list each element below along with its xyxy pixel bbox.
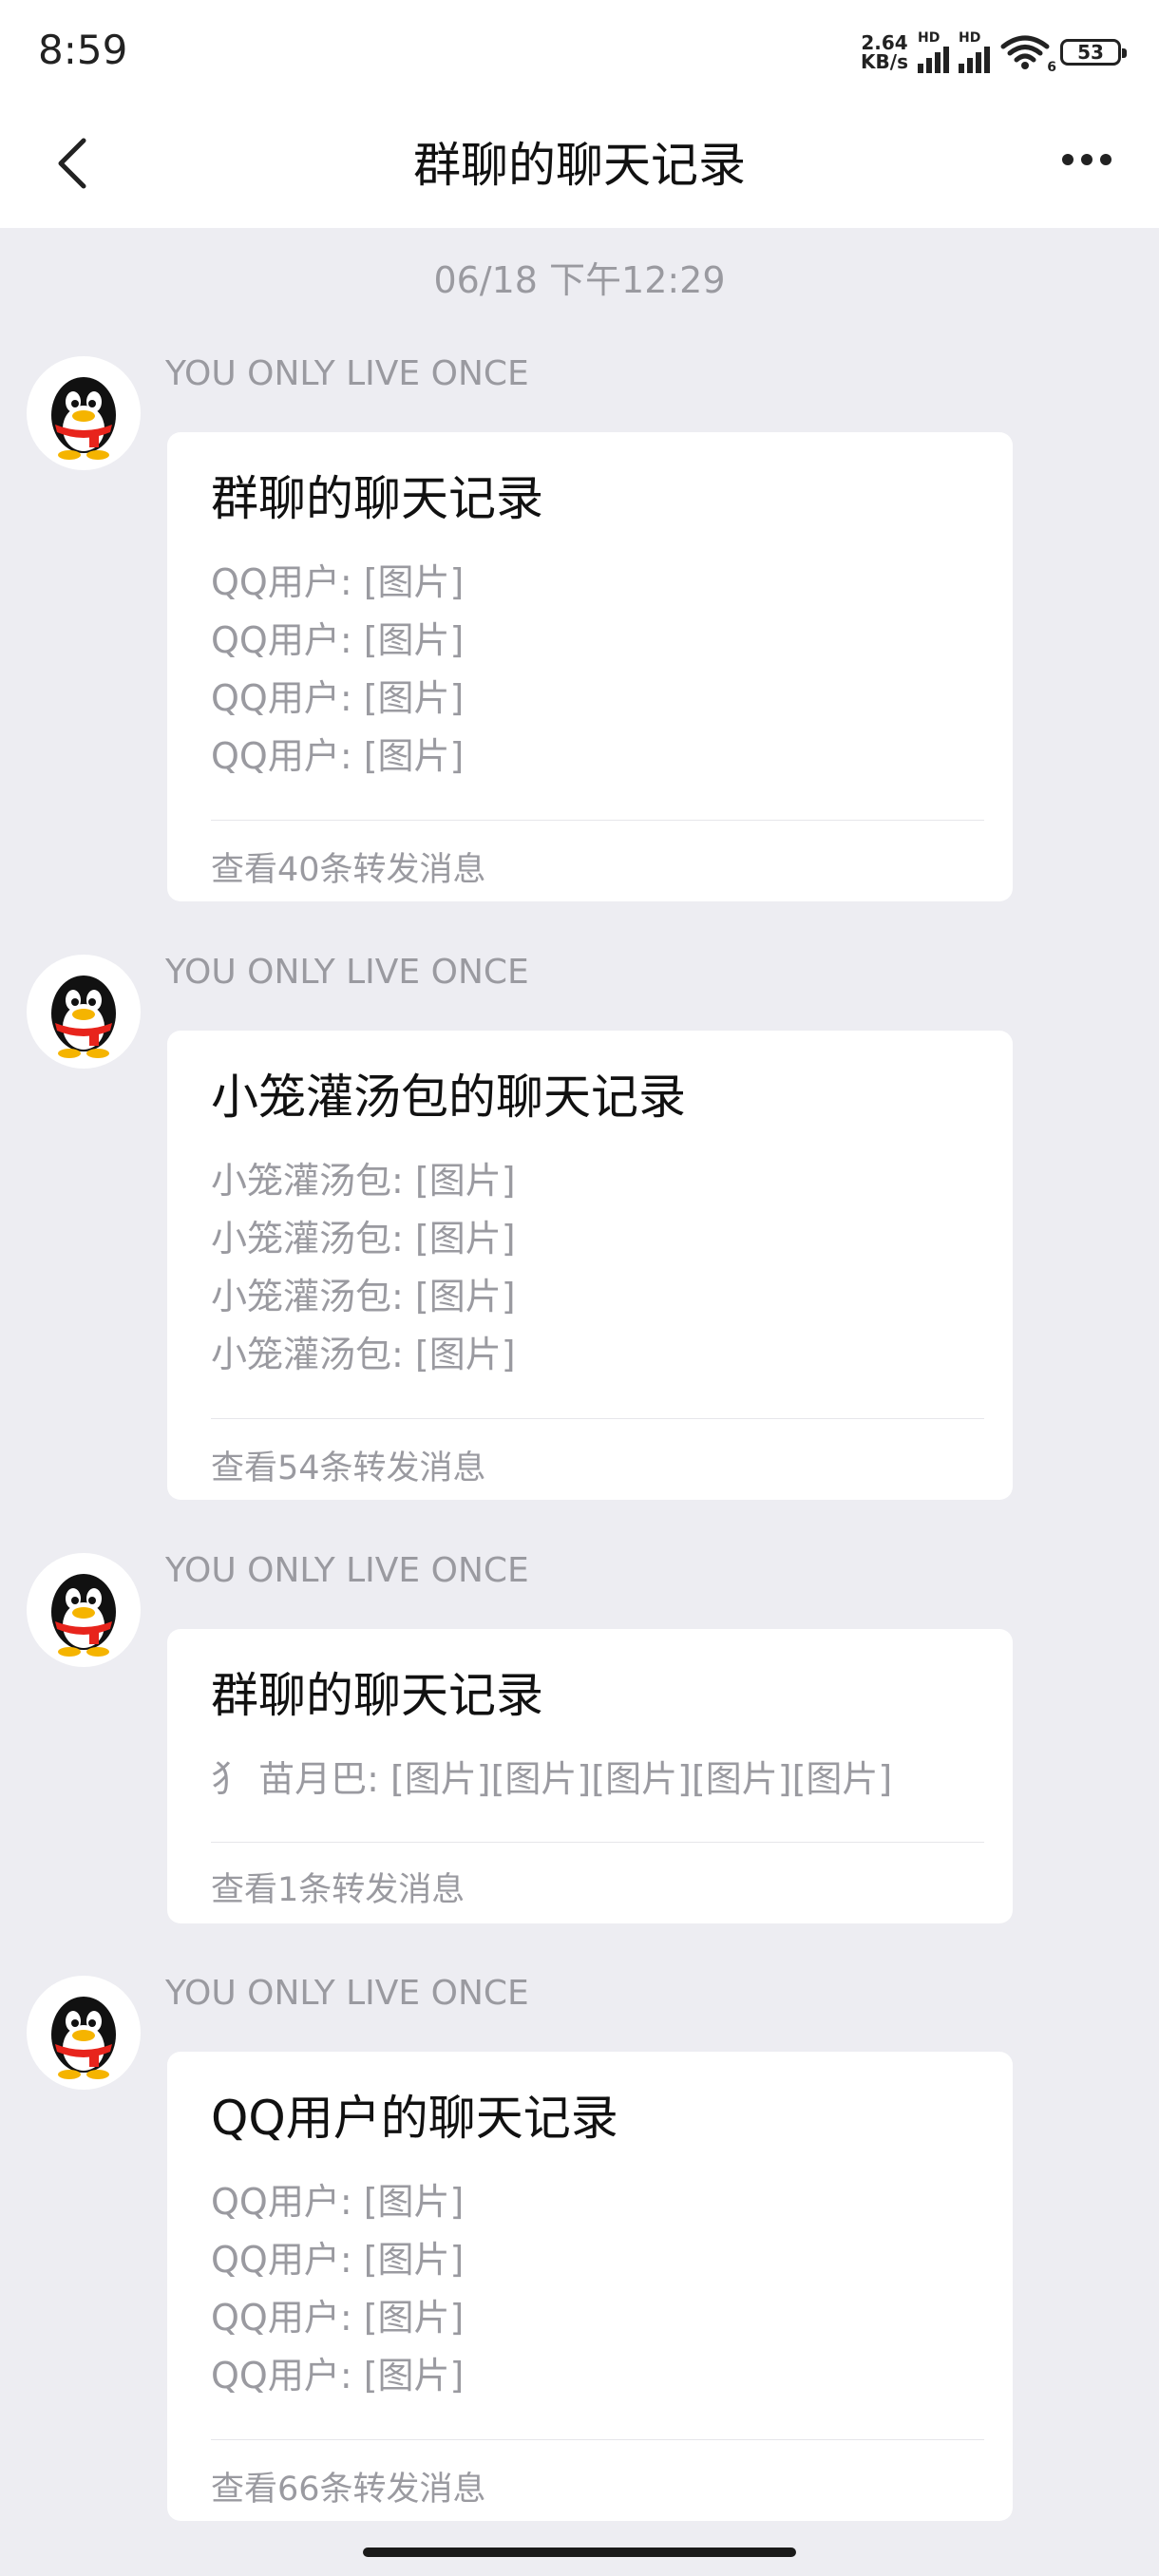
forwarded-chat-card[interactable]: 小笼灌汤包的聊天记录 小笼灌汤包: [图片] 小笼灌汤包: [图片] 小笼灌汤包…: [167, 1031, 1013, 1500]
card-title: 群聊的聊天记录: [211, 1668, 543, 1723]
preview-line: QQ用户: [图片]: [211, 735, 465, 777]
home-indicator[interactable]: [363, 2548, 796, 2557]
forwarded-chat-card[interactable]: 群聊的聊天记录 QQ用户: [图片] QQ用户: [图片] QQ用户: [图片]…: [167, 432, 1013, 901]
status-bar: 8:59 2.64 KB/s HD HD 6 53: [0, 0, 1159, 104]
signal-icon-2: HD: [959, 31, 990, 73]
preview-line: 小笼灌汤包: [图片]: [211, 1334, 516, 1375]
view-forwarded-link[interactable]: 查看1条转发消息: [211, 1863, 465, 1911]
avatar[interactable]: [27, 356, 141, 470]
card-divider: [211, 1842, 984, 1843]
card-title: 群聊的聊天记录: [211, 471, 543, 526]
avatar[interactable]: [27, 1976, 141, 2090]
status-time: 8:59: [38, 27, 128, 73]
more-dots-icon[interactable]: [1062, 154, 1112, 165]
battery-icon: 53: [1060, 39, 1127, 66]
message-timestamp: 06/18 下午12:29: [433, 259, 726, 301]
view-forwarded-link[interactable]: 查看66条转发消息: [211, 2462, 486, 2510]
card-divider: [211, 2439, 984, 2440]
signal-icon-1: HD: [918, 31, 949, 73]
preview-line: 小笼灌汤包: [图片]: [211, 1218, 516, 1260]
preview-line: 犭 苗月巴: [图片][图片][图片][图片][图片]: [211, 1758, 893, 1800]
penguin-avatar-icon: [51, 975, 116, 1058]
status-icons: 2.64 KB/s HD HD 6 53: [861, 28, 1127, 76]
penguin-avatar-icon: [51, 377, 116, 460]
preview-line: QQ用户: [图片]: [211, 2181, 465, 2223]
preview-line: QQ用户: [图片]: [211, 2239, 465, 2281]
card-preview: 犭 苗月巴: [图片][图片][图片][图片][图片]: [211, 1751, 892, 1809]
card-preview: QQ用户: [图片] QQ用户: [图片] QQ用户: [图片] QQ用户: […: [211, 554, 464, 786]
avatar[interactable]: [27, 955, 141, 1069]
preview-line: 小笼灌汤包: [图片]: [211, 1276, 516, 1317]
sender-name: YOU ONLY LIVE ONCE: [165, 953, 529, 992]
penguin-avatar-icon: [51, 1997, 116, 2079]
preview-line: QQ用户: [图片]: [211, 2297, 465, 2339]
sender-name: YOU ONLY LIVE ONCE: [165, 1551, 529, 1590]
forwarded-chat-card[interactable]: 群聊的聊天记录 犭 苗月巴: [图片][图片][图片][图片][图片] 查看1条…: [167, 1629, 1013, 1923]
network-speed: 2.64 KB/s: [861, 31, 908, 73]
sender-name: YOU ONLY LIVE ONCE: [165, 354, 529, 393]
preview-line: QQ用户: [图片]: [211, 2355, 465, 2396]
card-title: 小笼灌汤包的聊天记录: [211, 1070, 686, 1125]
card-divider: [211, 820, 984, 821]
avatar[interactable]: [27, 1553, 141, 1667]
wifi-icon: 6: [999, 33, 1056, 75]
card-preview: 小笼灌汤包: [图片] 小笼灌汤包: [图片] 小笼灌汤包: [图片] 小笼灌汤…: [211, 1152, 516, 1384]
card-preview: QQ用户: [图片] QQ用户: [图片] QQ用户: [图片] QQ用户: […: [211, 2173, 464, 2405]
preview-line: QQ用户: [图片]: [211, 619, 465, 661]
view-forwarded-link[interactable]: 查看54条转发消息: [211, 1441, 486, 1489]
preview-line: 小笼灌汤包: [图片]: [211, 1160, 516, 1202]
card-title: QQ用户的聊天记录: [211, 2091, 618, 2146]
penguin-avatar-icon: [51, 1574, 116, 1657]
forwarded-chat-card[interactable]: QQ用户的聊天记录 QQ用户: [图片] QQ用户: [图片] QQ用户: [图…: [167, 2052, 1013, 2521]
preview-line: QQ用户: [图片]: [211, 561, 465, 603]
view-forwarded-link[interactable]: 查看40条转发消息: [211, 843, 486, 891]
card-divider: [211, 1418, 984, 1419]
preview-line: QQ用户: [图片]: [211, 677, 465, 719]
sender-name: YOU ONLY LIVE ONCE: [165, 1974, 529, 2013]
page-title: 群聊的聊天记录: [413, 138, 746, 193]
nav-bar: 群聊的聊天记录: [0, 104, 1159, 228]
